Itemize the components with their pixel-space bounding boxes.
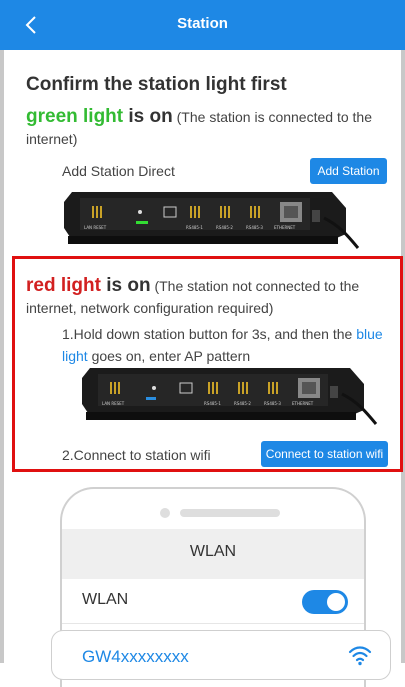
step-1-prefix: 1.Hold down station button for 3s, and t…	[62, 326, 357, 342]
station-device-image-green: LAN RESET RS485-1 RS485-2 RS485-3 ETHERN…	[64, 192, 360, 249]
port-label-3: RS485-3	[246, 225, 263, 230]
lan-reset-label: LAN RESET	[102, 401, 125, 406]
step-1-suffix: goes on, enter AP pattern	[87, 348, 251, 364]
port-label-1: RS485-1	[204, 401, 221, 406]
wlan-header-bar: WLAN	[62, 529, 364, 579]
ethernet-label: ETHERNET	[274, 225, 296, 230]
lan-reset-label: LAN RESET	[84, 225, 107, 230]
connect-wifi-step-label: 2.Connect to station wifi	[62, 447, 211, 463]
camera-dot-icon	[160, 508, 170, 518]
green-light-paragraph: green light is on (The station is connec…	[26, 106, 386, 150]
network-name: GW4xxxxxxxx	[82, 647, 189, 666]
step-1-text: 1.Hold down station button for 3s, and t…	[62, 323, 397, 367]
red-light-text: red light	[26, 275, 101, 296]
green-is-on-text: is on	[123, 106, 173, 127]
app-header: Station	[0, 0, 405, 50]
red-is-on-text: is on	[100, 275, 151, 296]
wlan-toggle-row: WLAN	[62, 579, 364, 624]
left-border	[0, 50, 4, 663]
port-label-2: RS485-2	[234, 401, 251, 406]
port-label-1: RS485-1	[186, 225, 203, 230]
ethernet-label: ETHERNET	[292, 401, 314, 406]
add-station-button[interactable]: Add Station	[310, 158, 387, 184]
page-title: Station	[177, 15, 228, 32]
wlan-toggle[interactable]	[302, 590, 348, 614]
phone-top-bar	[62, 489, 364, 529]
section-heading: Confirm the station light first	[26, 74, 287, 95]
toggle-knob	[327, 593, 345, 611]
wlan-title: WLAN	[189, 543, 237, 560]
green-light-text: green light	[26, 106, 124, 127]
speaker-icon	[180, 509, 280, 517]
wifi-network-item[interactable]: GW4xxxxxxxx	[51, 630, 391, 680]
station-device-image-red: LAN RESET RS485-1 RS485-2 RS485-3 ETHERN…	[82, 368, 378, 425]
connect-station-wifi-button[interactable]: Connect to station wifi	[261, 441, 388, 467]
port-label-2: RS485-2	[216, 225, 233, 230]
add-station-direct-label: Add Station Direct	[62, 163, 175, 179]
wlan-label: WLAN	[82, 591, 129, 608]
red-light-paragraph: red light is on (The station not connect…	[26, 275, 398, 319]
port-label-3: RS485-3	[264, 401, 281, 406]
